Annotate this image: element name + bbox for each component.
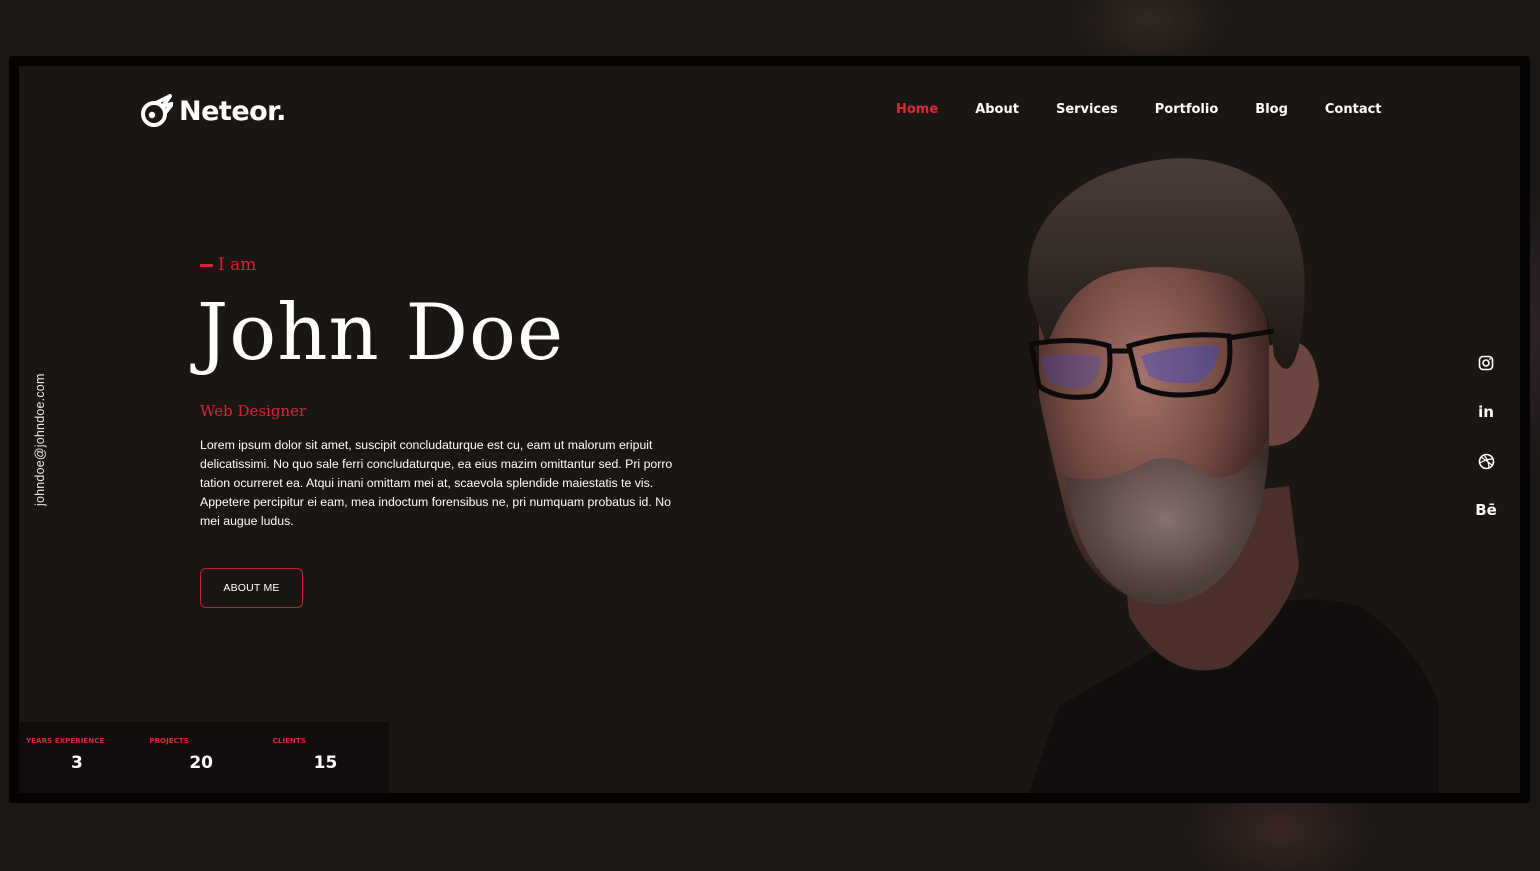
nav-item-home[interactable]: Home	[896, 102, 938, 117]
behance-icon[interactable]: Bē	[1475, 499, 1497, 521]
main-nav: Home About Services Portfolio Blog Conta…	[896, 102, 1419, 117]
stat-projects: PROJECTS 20	[142, 722, 265, 793]
stat-label: CLIENTS	[272, 737, 307, 745]
hero-role: Web Designer	[200, 402, 307, 420]
nav-item-blog[interactable]: Blog	[1255, 102, 1288, 117]
hero-name: John Doe	[197, 288, 565, 378]
dribbble-icon[interactable]	[1475, 450, 1497, 472]
nav-item-about[interactable]: About	[975, 102, 1019, 117]
intro-dash	[200, 263, 213, 267]
hero-bio: Lorem ipsum dolor sit amet, suscipit con…	[200, 438, 673, 528]
stat-value: 3	[71, 753, 83, 773]
stat-clients: CLIENTS 15	[266, 722, 389, 793]
portrait-image	[1027, 158, 1439, 793]
instagram-icon[interactable]	[1475, 352, 1497, 374]
brand-logo[interactable]: Neteor.	[139, 94, 286, 128]
website-screen: Neteor. Home About Services Portfolio Bl…	[19, 66, 1520, 793]
comet-logo-icon	[141, 94, 173, 127]
stat-value: 20	[189, 753, 213, 773]
nav-item-contact[interactable]: Contact	[1325, 102, 1382, 117]
stat-years-experience: YEARS EXPERIENCE 3	[19, 722, 142, 793]
stats-bar: YEARS EXPERIENCE 3 PROJECTS 20 CLIENTS 1…	[19, 722, 389, 793]
brand-name: Neteor.	[179, 95, 286, 127]
stat-label: PROJECTS	[149, 737, 189, 745]
about-me-button[interactable]: ABOUT ME	[200, 568, 303, 608]
stat-label: YEARS EXPERIENCE	[26, 737, 105, 745]
social-links: in Bē	[1475, 352, 1497, 521]
hero-intro: I am	[200, 255, 256, 275]
intro-text: I am	[218, 255, 257, 275]
email-link[interactable]: johndoe@johndoe.com	[33, 373, 47, 506]
nav-item-portfolio[interactable]: Portfolio	[1155, 102, 1219, 117]
linkedin-icon[interactable]: in	[1475, 401, 1497, 423]
nav-item-services[interactable]: Services	[1056, 102, 1118, 117]
stat-value: 15	[313, 753, 338, 773]
